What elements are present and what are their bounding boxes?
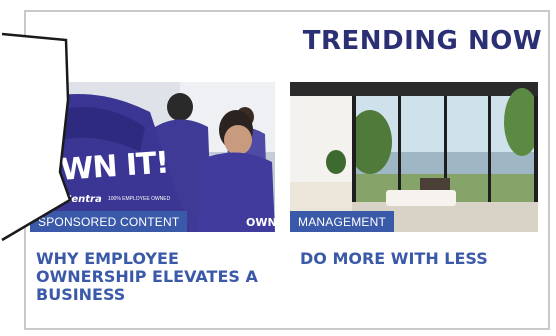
- article-title-do-more[interactable]: DO MORE WITH LESS: [300, 250, 540, 268]
- article-thumbnail-employee-ownership[interactable]: OWN IT! Centra 100% EMPLOYEE OWNED OWN S…: [30, 82, 275, 232]
- hoodie-logo: Centra: [64, 194, 102, 205]
- article-thumbnail-management[interactable]: MANAGEMENT: [290, 82, 538, 232]
- category-tag-management[interactable]: MANAGEMENT: [290, 211, 395, 232]
- section-heading: TRENDING NOW: [302, 26, 542, 56]
- category-tag-sponsored[interactable]: SPONSORED CONTENT: [30, 211, 188, 232]
- living-room-photo: [290, 82, 538, 232]
- hoodie-subtext: 100% EMPLOYEE OWNED: [108, 196, 171, 202]
- sleeve-text: OWN: [246, 216, 275, 229]
- article-title-employee-ownership[interactable]: WHY EMPLOYEE OWNERSHIP ELEVATES A BUSINE…: [36, 250, 271, 304]
